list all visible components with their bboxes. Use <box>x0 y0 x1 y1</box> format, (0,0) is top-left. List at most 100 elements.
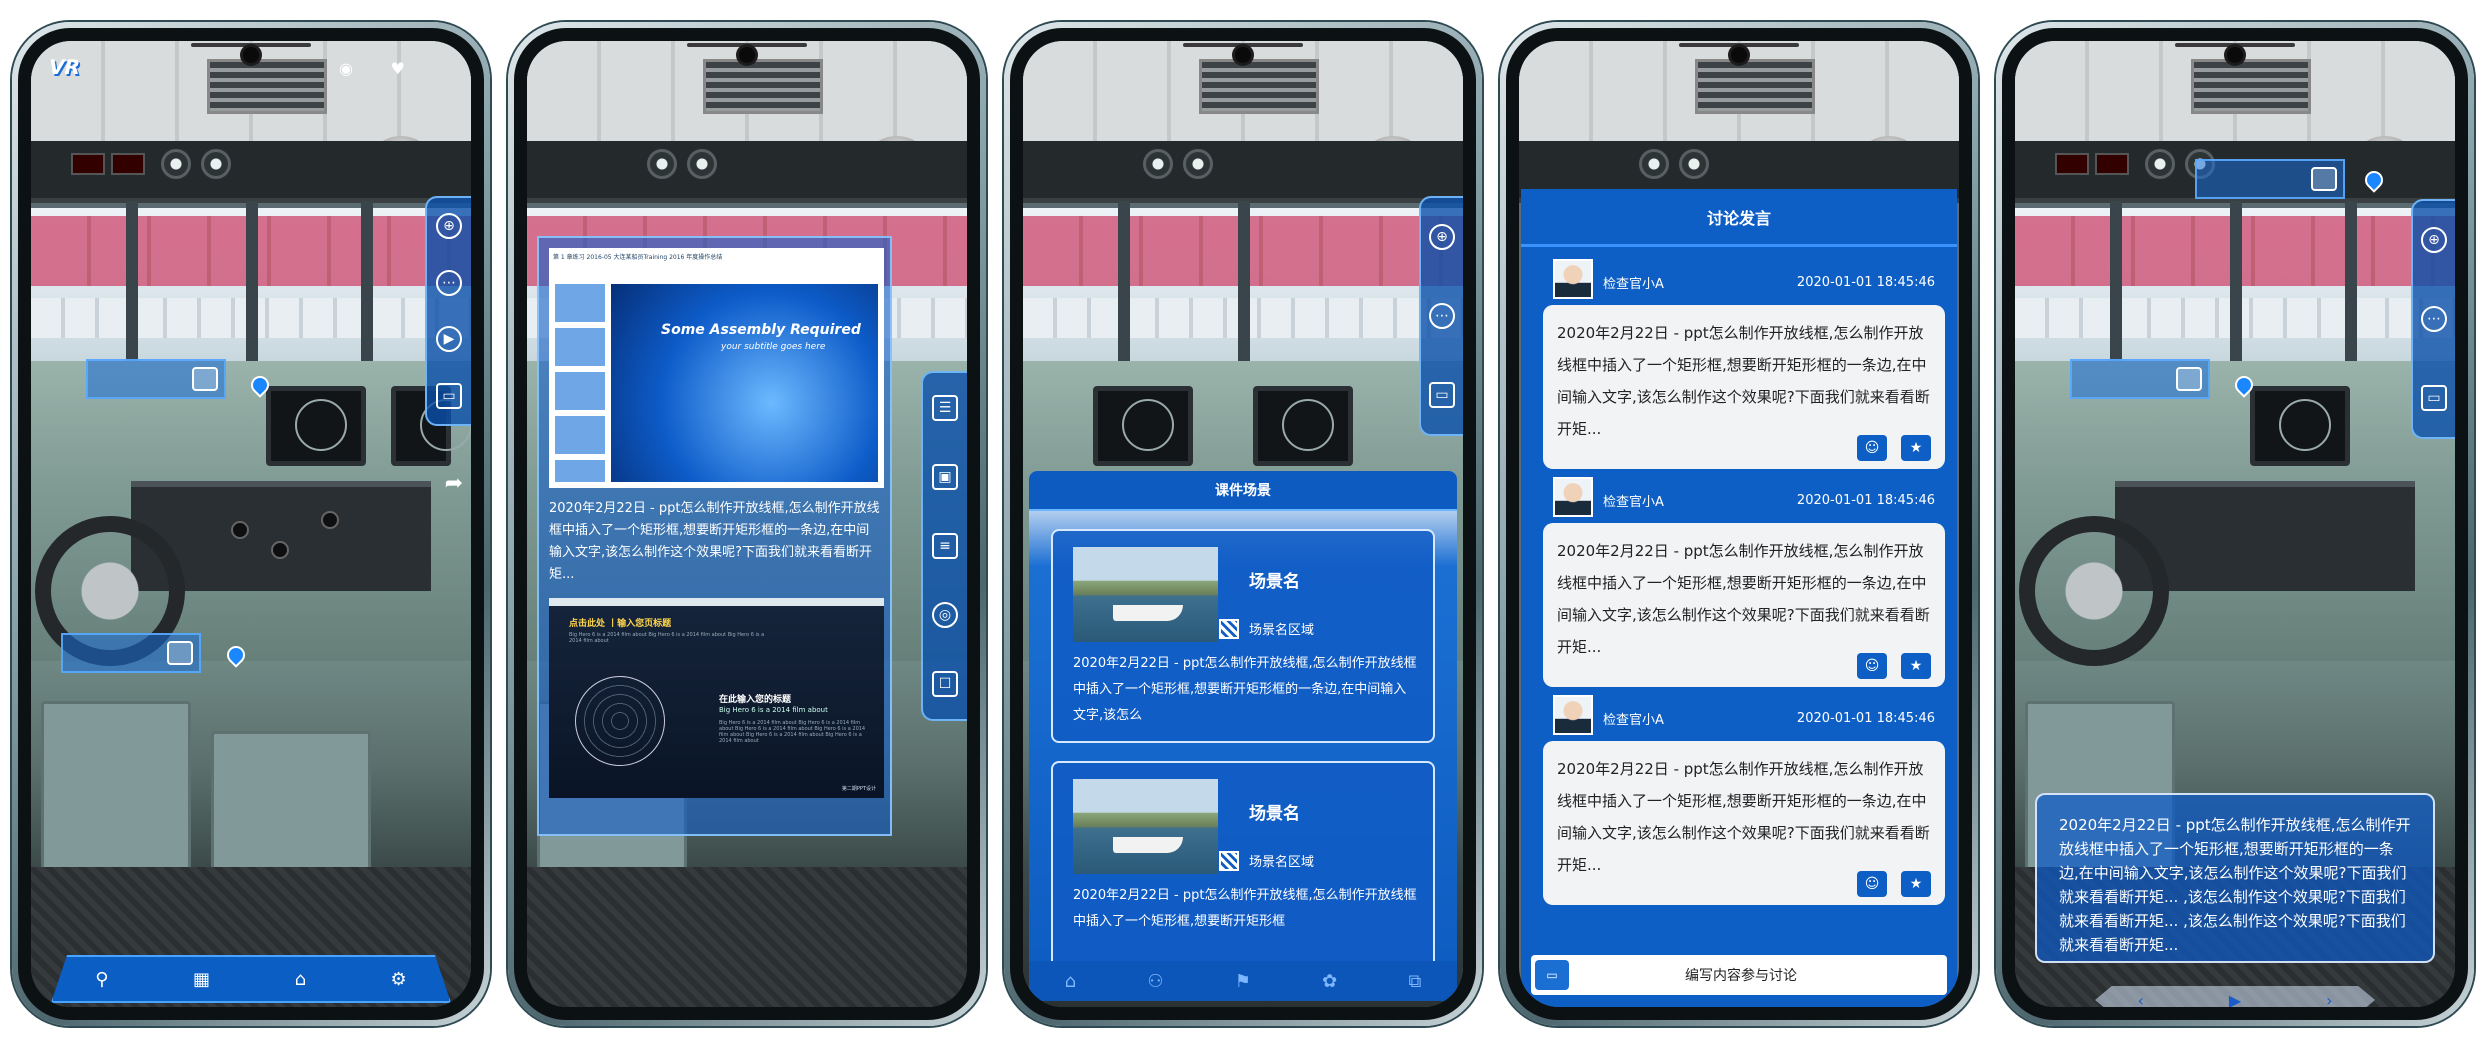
comment-emoji-icon[interactable]: ☺ <box>1857 435 1887 461</box>
document-icon[interactable]: ☰ <box>932 394 958 421</box>
media-player-controls: ‹ ▶ › <box>2095 986 2375 1007</box>
share-icon[interactable]: ➦ <box>445 471 463 496</box>
chat-icon[interactable]: ▭ <box>1429 381 1455 408</box>
ppt-slide-preview[interactable]: 第 1 章练习 2016-05 大连某船员Training 2016 年度操作总… <box>549 248 884 488</box>
slide-subtitle: your subtitle goes here <box>721 342 826 352</box>
user-name: 检查官小A <box>1603 713 1664 728</box>
avatar[interactable] <box>1553 259 1593 299</box>
ship-bridge-panorama[interactable] <box>31 41 471 1007</box>
hotspot-image-icon <box>2176 367 2202 391</box>
play-icon[interactable]: ▶ <box>2229 991 2241 1008</box>
user-name: 检查官小A <box>1603 277 1664 292</box>
tab-home-icon[interactable]: ⌂ <box>1065 971 1076 992</box>
hotspot-marker-2[interactable] <box>61 633 201 673</box>
nav-grid-icon[interactable]: ▦ <box>193 969 210 990</box>
post-bubble: 2020年2月22日 - ppt怎么制作开放线框,怎么制作开放线框中插入了一个矩… <box>1543 741 1945 905</box>
post-text: 2020年2月22日 - ppt怎么制作开放线框,怎么制作开放线框中插入了一个矩… <box>1557 760 1930 874</box>
list-item: 检查官小A 2020-01-01 18:45:46 2020年2月22日 - p… <box>1543 695 1945 905</box>
right-toolbar: ⊕ ⋯ ▶ ▭ <box>425 196 471 426</box>
next-icon[interactable]: › <box>2326 991 2332 1008</box>
qr-area-icon <box>1219 851 1239 871</box>
scene-thumbnail <box>1073 779 1218 874</box>
slide2-body: Big Hero 6 is a 2014 film about Big Hero… <box>719 720 866 744</box>
helm-wheel <box>2019 516 2169 666</box>
tab-flag-icon[interactable]: ⚑ <box>1235 971 1251 992</box>
more-icon[interactable]: ⋯ <box>436 269 462 296</box>
hotspot-marker-2[interactable] <box>2070 359 2210 399</box>
discussion-list[interactable]: 检查官小A 2020-01-01 18:45:46 2020年2月22日 - p… <box>1521 251 1957 945</box>
globe-icon[interactable]: ⊕ <box>1429 224 1455 251</box>
slide2-heading: 点击此处 丨输入您页标题 <box>569 619 672 629</box>
chat-icon[interactable]: ▭ <box>2421 384 2447 411</box>
list-icon[interactable]: ≡ <box>932 532 958 559</box>
post-text: 2020年2月22日 - ppt怎么制作开放线框,怎么制作开放线框中插入了一个矩… <box>1557 542 1930 656</box>
tab-flower-icon[interactable]: ✿ <box>1322 971 1337 992</box>
hotspot-image-icon <box>192 367 218 391</box>
scene-card[interactable]: 场景名 场景名区域 2020年2月22日 - ppt怎么制作开放线框,怎么制作开… <box>1051 761 1435 975</box>
globe-icon[interactable]: ⊕ <box>2421 227 2447 254</box>
document-panel[interactable]: 第 1 章练习 2016-05 大连某船员Training 2016 年度操作总… <box>537 236 892 836</box>
avatar[interactable] <box>1553 477 1593 517</box>
nav-settings-icon[interactable]: ⚙ <box>391 969 407 990</box>
front-camera <box>1731 47 1747 63</box>
prev-icon[interactable]: ‹ <box>2137 991 2143 1008</box>
post-bubble: 2020年2月22日 - ppt怎么制作开放线框,怎么制作开放线框中插入了一个矩… <box>1543 523 1945 687</box>
post-time: 2020-01-01 18:45:46 <box>1796 493 1935 508</box>
phone-frame-5: ⊕ ⋯ ▭ 2020年2月22日 - ppt怎么制作开放线框,怎么制作开放线框中… <box>1996 22 2474 1026</box>
tab-user-icon[interactable]: ⚇ <box>1147 971 1163 992</box>
favorite-star-icon[interactable]: ★ <box>1901 653 1931 679</box>
scene-description: 2020年2月22日 - ppt怎么制作开放线框,怎么制作开放线框中插入了一个矩… <box>1073 656 1417 723</box>
nav-scene-icon[interactable]: ⚲ <box>95 969 108 990</box>
discussion-title: 讨论发言 <box>1521 189 1957 247</box>
chat-icon[interactable]: ▭ <box>436 382 462 409</box>
ppt-slide-preview-2[interactable]: 点击此处 丨输入您页标题 Big Hero 6 is a 2014 film a… <box>549 598 884 798</box>
hotspot-marker-1[interactable] <box>2195 159 2345 199</box>
slide2-title: 在此输入您的标题 <box>719 695 792 705</box>
comment-emoji-icon[interactable]: ☺ <box>1857 871 1887 897</box>
discussion-panel: 讨论发言 检查官小A 2020-01-01 18:45:46 2020年2月22… <box>1521 189 1957 1007</box>
slide-thumbnails <box>555 284 605 482</box>
post-time: 2020-01-01 18:45:46 <box>1796 711 1935 726</box>
phone-frame-1: VR ◉ ♥ ⊕ ⋯ ▶ ▭ ➦ ⚲ ▦ ⌂ ⚙ <box>12 22 490 1026</box>
list-item: 检查官小A 2020-01-01 18:45:46 2020年2月22日 - p… <box>1543 477 1945 687</box>
scene-area: 场景名区域 <box>1249 623 1315 638</box>
audio-icon[interactable]: ◎ <box>932 602 958 629</box>
more-icon[interactable]: ⋯ <box>1429 302 1455 329</box>
comment-emoji-icon[interactable]: ☺ <box>1857 653 1887 679</box>
message-icon[interactable]: ☐ <box>932 671 958 698</box>
avatar[interactable] <box>1553 695 1593 735</box>
phone-frame-2: 第 1 章练习 2016-05 大连某船员Training 2016 年度操作总… <box>508 22 986 1026</box>
hotspot-marker-1[interactable] <box>86 359 226 399</box>
image-icon[interactable]: ▣ <box>932 463 958 490</box>
discussion-screen: 讨论发言 检查官小A 2020-01-01 18:45:46 2020年2月22… <box>1519 41 1959 1007</box>
scene-name: 场景名 <box>1249 804 1300 824</box>
eye-icon[interactable]: ◉ <box>339 59 353 78</box>
wireframe-globe-icon <box>575 676 665 766</box>
scene-thumbnail <box>1073 547 1218 642</box>
favorite-star-icon[interactable]: ★ <box>1901 435 1931 461</box>
more-icon[interactable]: ⋯ <box>2421 305 2447 332</box>
slide2-line: Big Hero 6 is a 2014 film about <box>719 706 828 714</box>
right-toolbar: ⊕ ⋯ ▭ <box>1419 196 1463 436</box>
bottom-tab-bar: ⌂ ⚇ ⚑ ✿ ⧉ <box>1029 961 1457 1001</box>
hotspot-image-icon <box>2311 167 2337 191</box>
compose-input[interactable]: ▭ 编写内容参与讨论 <box>1531 955 1947 995</box>
phone-frame-4: 讨论发言 检查官小A 2020-01-01 18:45:46 2020年2月22… <box>1500 22 1978 1026</box>
favorite-star-icon[interactable]: ★ <box>1901 871 1931 897</box>
phone-frame-3: ⊕ ⋯ ▭ 课件场景 场景名 场景名区域 2020年2月22日 - ppt怎么制… <box>1004 22 1482 1026</box>
nav-home-icon[interactable]: ⌂ <box>295 969 306 990</box>
document-viewer-screen: 第 1 章练习 2016-05 大连某船员Training 2016 年度操作总… <box>527 41 967 1007</box>
scene-name: 场景名 <box>1249 572 1300 592</box>
tab-copy-icon[interactable]: ⧉ <box>1409 971 1422 992</box>
vr-home-screen: VR ◉ ♥ ⊕ ⋯ ▶ ▭ ➦ ⚲ ▦ ⌂ ⚙ <box>31 41 471 1007</box>
scene-card[interactable]: 场景名 场景名区域 2020年2月22日 - ppt怎么制作开放线框,怎么制作开… <box>1051 529 1435 743</box>
scene-description: 2020年2月22日 - ppt怎么制作开放线框,怎么制作开放线框中插入了一个矩… <box>1073 888 1417 929</box>
play-icon[interactable]: ▶ <box>436 326 462 353</box>
courseware-scene-panel: 课件场景 场景名 场景名区域 2020年2月22日 - ppt怎么制作开放线框,… <box>1029 471 1457 1001</box>
narration-subtitle: 2020年2月22日 - ppt怎么制作开放线框,怎么制作开放线框中插入了一个矩… <box>2035 793 2435 963</box>
slide2-subheading: Big Hero 6 is a 2014 film about Big Hero… <box>569 632 765 644</box>
slide-title: Some Assembly Required <box>661 322 861 338</box>
globe-icon[interactable]: ⊕ <box>436 213 462 240</box>
compose-icon: ▭ <box>1535 960 1569 990</box>
heart-icon[interactable]: ♥ <box>391 59 405 78</box>
